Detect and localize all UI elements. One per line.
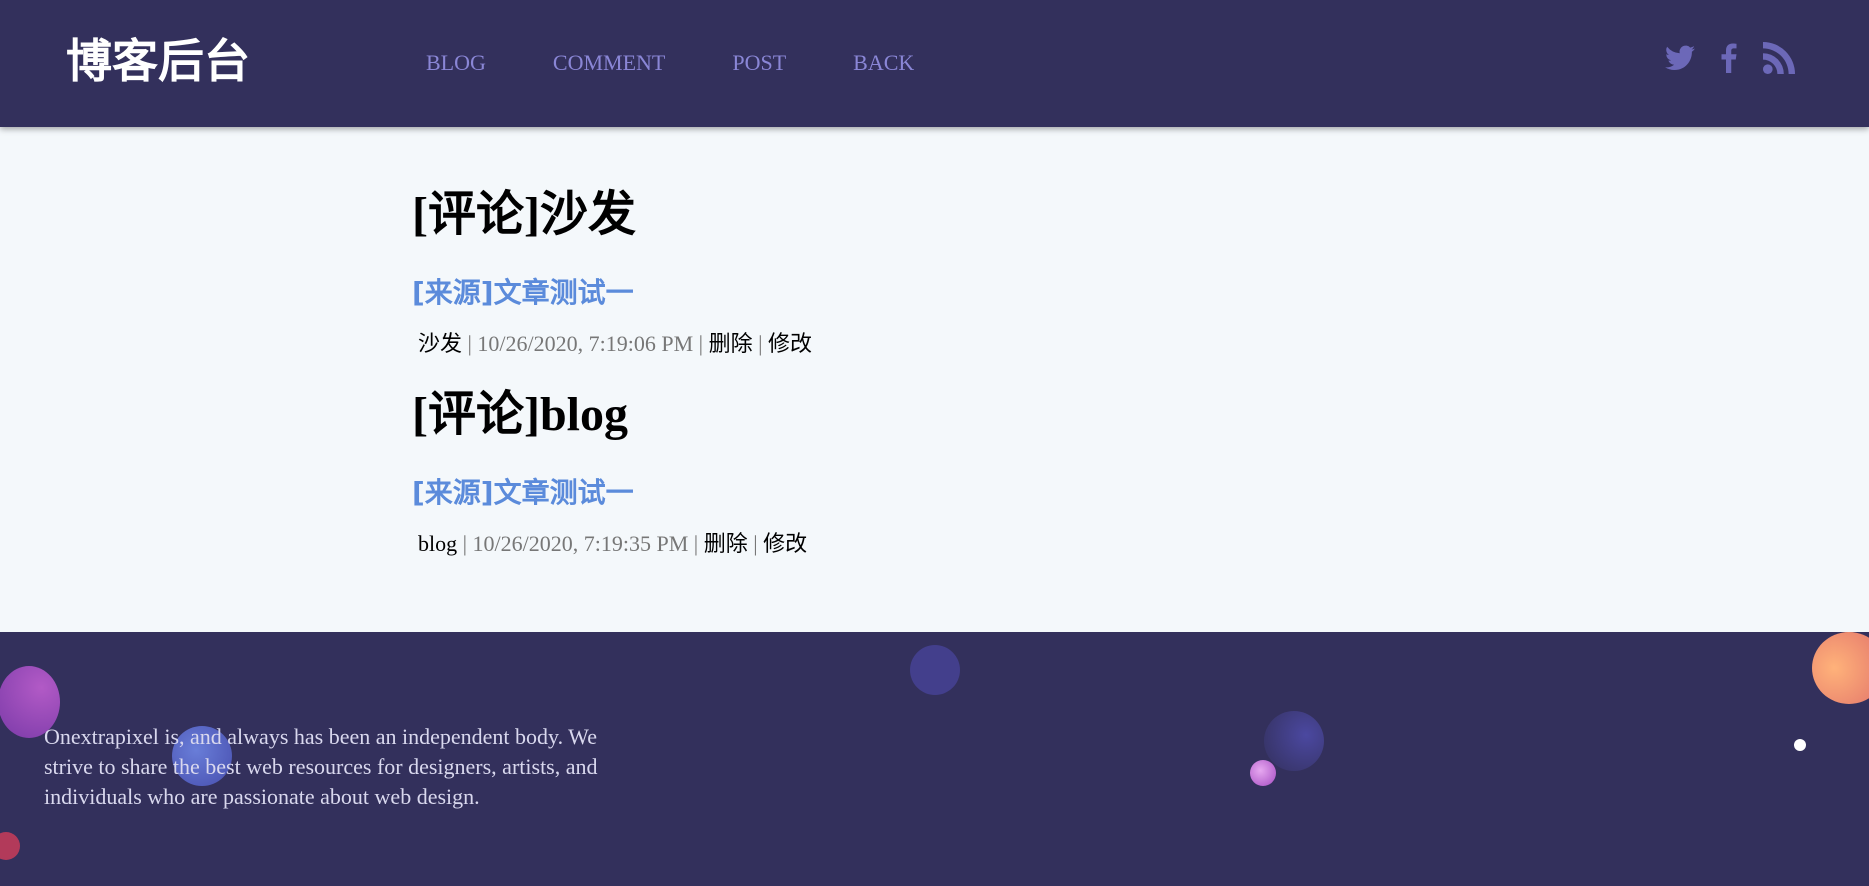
delete-link[interactable]: 删除 — [704, 531, 748, 556]
comment-source-link[interactable]: [来源]文章测试一 — [412, 273, 1312, 313]
social-links — [1639, 42, 1795, 74]
footer-description: Onextrapixel is, and always has been an … — [44, 724, 598, 809]
edit-link[interactable]: 修改 — [768, 331, 812, 356]
rss-icon[interactable] — [1763, 42, 1795, 74]
site-footer: Onextrapixel is, and always has been an … — [0, 632, 1869, 886]
comment-content: 沙发 — [418, 331, 463, 356]
decorative-bubble — [910, 645, 960, 695]
nav-back-link[interactable]: BACK — [853, 48, 914, 78]
comment-meta: 沙发 | 10/26/2020, 7:19:06 PM | 删除 | 修改 — [412, 329, 1312, 359]
comment-content: blog — [418, 531, 458, 556]
meta-separator: | — [693, 331, 709, 356]
meta-separator: | — [462, 331, 478, 356]
decorative-bubble — [1794, 739, 1806, 751]
top-navbar: 博客后台 BLOG COMMENT POST BACK — [0, 0, 1869, 127]
delete-link[interactable]: 删除 — [709, 331, 753, 356]
meta-separator: | — [457, 531, 473, 556]
site-logo[interactable]: 博客后台 — [66, 32, 250, 90]
comment-timestamp: 10/26/2020, 7:19:35 PM — [472, 531, 689, 556]
edit-link[interactable]: 修改 — [763, 531, 807, 556]
main-nav: BLOG COMMENT POST BACK — [426, 48, 981, 78]
decorative-bubble — [1812, 632, 1869, 704]
decorative-bubble — [1250, 760, 1276, 786]
comment-timestamp: 10/26/2020, 7:19:06 PM — [477, 331, 694, 356]
meta-separator: | — [747, 531, 764, 556]
decorative-bubble — [0, 832, 20, 860]
nav-comment-link[interactable]: COMMENT — [553, 48, 665, 78]
comment-source-link[interactable]: [来源]文章测试一 — [412, 473, 1312, 513]
meta-separator: | — [688, 531, 704, 556]
comment-item: [评论]blog [来源]文章测试一 blog | 10/26/2020, 7:… — [412, 385, 1312, 559]
meta-separator: | — [752, 331, 768, 356]
comment-meta: blog | 10/26/2020, 7:19:35 PM | 删除 | 修改 — [412, 529, 1312, 559]
twitter-icon[interactable] — [1665, 45, 1695, 71]
decorative-bubble — [1264, 711, 1324, 771]
nav-blog-link[interactable]: BLOG — [426, 48, 486, 78]
facebook-icon[interactable] — [1721, 43, 1737, 73]
comment-list: [评论]沙发 [来源]文章测试一 沙发 | 10/26/2020, 7:19:0… — [412, 127, 1312, 559]
comment-item: [评论]沙发 [来源]文章测试一 沙发 | 10/26/2020, 7:19:0… — [412, 185, 1312, 359]
comment-title: [评论]沙发 — [412, 188, 636, 241]
nav-post-link[interactable]: POST — [732, 48, 786, 78]
comment-title: [评论]blog — [412, 388, 629, 441]
